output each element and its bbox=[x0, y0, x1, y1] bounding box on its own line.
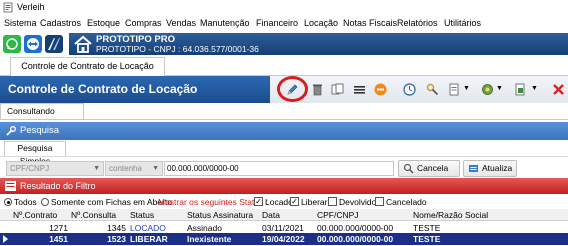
row-pointer-icon bbox=[3, 235, 8, 243]
search-operator-value: contenha bbox=[109, 164, 142, 173]
search-section-header: Pesquisa bbox=[0, 122, 568, 140]
menu-manutencao[interactable]: Manutenção bbox=[200, 18, 250, 28]
column-header-data[interactable]: Data bbox=[262, 210, 280, 220]
radio-somente-abertas[interactable] bbox=[41, 198, 49, 206]
cell-status-assinatura: Assinado bbox=[187, 223, 222, 233]
cell-data: 03/11/2021 bbox=[262, 223, 304, 233]
cell-contrato: 1451 bbox=[49, 234, 68, 244]
cell-status-assinatura: Inexistente bbox=[187, 234, 232, 244]
checkbox-cancelado-label: Cancelado bbox=[386, 197, 427, 207]
search-section-title: Pesquisa bbox=[20, 125, 60, 136]
column-header-nome[interactable]: Nome/Razão Social bbox=[413, 210, 488, 220]
column-header-contrato[interactable]: Nº.Contrato bbox=[13, 210, 57, 220]
cell-nome: TESTE bbox=[413, 223, 441, 233]
search-field-select[interactable]: CPF/CNPJ ▼ bbox=[6, 161, 104, 176]
search-input[interactable]: 00.000.000/0000-00 bbox=[164, 161, 394, 176]
refresh-icon bbox=[469, 165, 478, 172]
table-row-selected[interactable]: 1451 1523 LIBERAR Inexistente 19/04/2022… bbox=[0, 233, 568, 245]
cancel-orange-icon[interactable] bbox=[373, 82, 388, 97]
cell-nome: TESTE bbox=[413, 234, 441, 244]
company-cnpj: PROTOTIPO - CNPJ : 64.036.577/0001-36 bbox=[96, 44, 259, 54]
tab-pesquisa-simples[interactable]: Pesquisa Simples bbox=[4, 141, 66, 166]
cell-status: LOCADO bbox=[130, 223, 166, 233]
column-header-cpf-cnpj[interactable]: CPF/CNPJ bbox=[317, 210, 359, 220]
highlight-circle bbox=[277, 76, 308, 102]
divider bbox=[0, 156, 568, 157]
checkbox-locado[interactable]: ✓ bbox=[254, 197, 263, 206]
copy-document-icon[interactable] bbox=[330, 82, 345, 97]
gear-money-icon[interactable] bbox=[480, 82, 495, 97]
delete-trash-icon[interactable] bbox=[310, 82, 325, 97]
table-icon bbox=[5, 181, 16, 191]
cancel-button[interactable]: Cancela bbox=[398, 160, 460, 177]
menu-compras[interactable]: Compras bbox=[125, 18, 162, 28]
menu-notas-fiscais[interactable]: Notas Fiscais bbox=[343, 18, 397, 28]
company-banner: PROTOTIPO PRO PROTOTIPO - CNPJ : 64.036.… bbox=[69, 33, 568, 55]
chevron-down-icon[interactable]: ▼ bbox=[463, 85, 470, 92]
results-table-header: Nº.Contrato Nº.Consulta Status Status As… bbox=[0, 209, 568, 221]
export-sheet-icon[interactable] bbox=[513, 82, 528, 97]
refresh-button[interactable]: Atualiza bbox=[463, 160, 517, 177]
menu-utilitarios[interactable]: Utilitários bbox=[444, 18, 481, 28]
column-header-consulta[interactable]: Nº.Consulta bbox=[71, 210, 116, 220]
checkbox-liberar[interactable]: ✓ bbox=[290, 197, 299, 206]
report-document-icon[interactable] bbox=[447, 82, 462, 97]
chevron-down-icon: ▼ bbox=[93, 165, 100, 172]
brand-logo-icon bbox=[45, 35, 63, 53]
results-section-header: Resultado do Filtro bbox=[0, 178, 568, 194]
menu-locacao[interactable]: Locação bbox=[304, 18, 338, 28]
column-header-status-assinatura[interactable]: Status Assinatura bbox=[187, 210, 253, 220]
checkbox-locado-label: Locado bbox=[265, 197, 293, 207]
chevron-down-icon[interactable]: ▼ bbox=[531, 85, 538, 92]
radio-todos[interactable] bbox=[4, 198, 12, 206]
refresh-button-label: Atualiza bbox=[482, 163, 513, 173]
form-title: Controle de Contrato de Locação bbox=[0, 76, 270, 103]
search-key-icon[interactable] bbox=[425, 82, 440, 97]
chevron-down-icon[interactable]: ▼ bbox=[496, 85, 503, 92]
cell-contrato: 1271 bbox=[49, 223, 68, 233]
checkbox-devolvido-label: Devolvido bbox=[339, 197, 377, 207]
cancel-button-label: Cancela bbox=[417, 163, 449, 173]
home-icon[interactable] bbox=[73, 34, 93, 54]
search-field-value: CPF/CNPJ bbox=[10, 164, 50, 173]
window-titlebar: Verleih bbox=[0, 0, 568, 16]
clock-icon[interactable] bbox=[402, 82, 417, 97]
menu-cadastros[interactable]: Cadastros bbox=[40, 18, 81, 28]
cell-consulta: 1345 bbox=[107, 223, 126, 233]
menu-financeiro[interactable]: Financeiro bbox=[256, 18, 298, 28]
cell-consulta: 1523 bbox=[107, 234, 126, 244]
radio-todos-label: Todos bbox=[14, 197, 37, 207]
menu-bar: Sistema Cadastros Estoque Compras Vendas… bbox=[0, 16, 568, 32]
chevron-down-icon: ▼ bbox=[152, 165, 159, 172]
divider bbox=[0, 119, 568, 120]
close-x-icon[interactable] bbox=[551, 82, 566, 97]
checkbox-devolvido[interactable] bbox=[328, 197, 337, 206]
tab-consultando-registros[interactable]: Consultando Registros bbox=[0, 103, 84, 131]
whatsapp-icon[interactable] bbox=[3, 35, 21, 53]
column-header-status[interactable]: Status bbox=[130, 210, 154, 220]
wrench-icon bbox=[6, 126, 16, 136]
checkbox-liberar-label: Liberar bbox=[301, 197, 328, 207]
radio-somente-abertas-label: Somente com Fichas em Aberto bbox=[51, 197, 172, 207]
cell-cpf-cnpj: 00.000.000/0000-00 bbox=[317, 223, 394, 233]
checkbox-cancelado[interactable] bbox=[375, 197, 384, 206]
results-section-title: Resultado do Filtro bbox=[20, 181, 96, 191]
menu-lines-icon[interactable] bbox=[352, 82, 367, 97]
status-filter-prompt: Mostrar os seguintes Status : bbox=[158, 197, 269, 207]
window-title: Verleih bbox=[17, 2, 45, 12]
app-icon bbox=[3, 2, 13, 13]
search-operator-select[interactable]: contenha ▼ bbox=[105, 161, 163, 176]
teamviewer-icon[interactable] bbox=[24, 35, 42, 53]
menu-relatorios[interactable]: Relatórios bbox=[397, 18, 438, 28]
menu-estoque[interactable]: Estoque bbox=[87, 18, 120, 28]
cell-cpf-cnpj: 00.000.000/0000-00 bbox=[317, 234, 394, 244]
cell-status: LIBERAR bbox=[130, 234, 168, 244]
search-icon bbox=[403, 163, 414, 174]
menu-sistema[interactable]: Sistema bbox=[4, 18, 37, 28]
tab-controle-contrato[interactable]: Controle de Contrato de Locação bbox=[10, 57, 165, 76]
cell-data: 19/04/2022 bbox=[262, 234, 305, 244]
menu-vendas[interactable]: Vendas bbox=[166, 18, 196, 28]
status-filters: Todos Somente com Fichas em Aberto Mostr… bbox=[0, 196, 568, 209]
